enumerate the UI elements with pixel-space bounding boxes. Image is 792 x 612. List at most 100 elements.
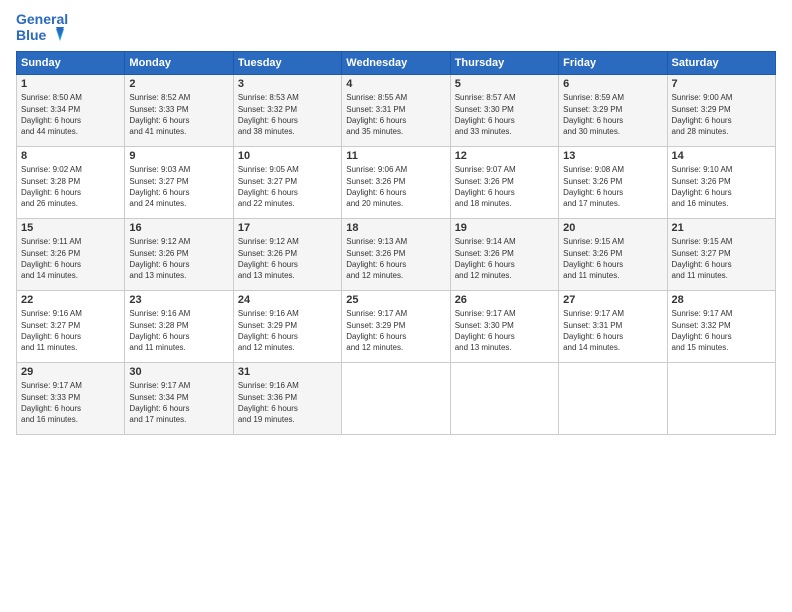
col-header-tuesday: Tuesday xyxy=(233,52,341,75)
week-row-5: 29 Sunrise: 9:17 AMSunset: 3:33 PMDayligh… xyxy=(17,363,776,435)
day-cell: 23 Sunrise: 9:16 AMSunset: 3:28 PMDayligh… xyxy=(125,291,233,363)
week-row-1: 1 Sunrise: 8:50 AMSunset: 3:34 PMDaylight… xyxy=(17,75,776,147)
day-info: Sunrise: 8:53 AMSunset: 3:32 PMDaylight:… xyxy=(238,93,299,136)
day-info: Sunrise: 9:14 AMSunset: 3:26 PMDaylight:… xyxy=(455,237,516,280)
day-number: 20 xyxy=(563,222,662,234)
day-cell: 3Sunrise: 8:53 AMSunset: 3:32 PMDaylight… xyxy=(233,75,341,147)
day-cell: 12Sunrise: 9:07 AMSunset: 3:26 PMDayligh… xyxy=(450,147,558,219)
week-row-2: 8 Sunrise: 9:02 AMSunset: 3:28 PMDaylight… xyxy=(17,147,776,219)
logo-blue: Blue xyxy=(16,27,68,43)
day-number: 2 xyxy=(129,78,228,90)
day-info: Sunrise: 9:17 AMSunset: 3:30 PMDaylight:… xyxy=(455,309,516,352)
day-cell: 13 Sunrise: 9:08 AMSunset: 3:26 PMDayligh… xyxy=(559,147,667,219)
day-cell: 2 Sunrise: 8:52 AMSunset: 3:33 PMDaylight… xyxy=(125,75,233,147)
day-info: Sunrise: 9:02 AMSunset: 3:28 PMDaylight:… xyxy=(21,165,82,208)
day-info: Sunrise: 9:16 AMSunset: 3:36 PMDaylight:… xyxy=(238,381,299,424)
day-number: 29 xyxy=(21,366,120,378)
day-cell: 27 Sunrise: 9:17 AMSunset: 3:31 PMDayligh… xyxy=(559,291,667,363)
day-cell: 11 Sunrise: 9:06 AMSunset: 3:26 PMDayligh… xyxy=(342,147,450,219)
day-info: Sunrise: 9:16 AMSunset: 3:27 PMDaylight:… xyxy=(21,309,82,352)
day-info: Sunrise: 9:03 AMSunset: 3:27 PMDaylight:… xyxy=(129,165,190,208)
logo-text-block: General Blue xyxy=(16,12,68,43)
day-number: 6 xyxy=(563,78,662,90)
day-cell: 25 Sunrise: 9:17 AMSunset: 3:29 PMDayligh… xyxy=(342,291,450,363)
day-cell: 14Sunrise: 9:10 AMSunset: 3:26 PMDayligh… xyxy=(667,147,775,219)
day-info: Sunrise: 8:55 AMSunset: 3:31 PMDaylight:… xyxy=(346,93,407,136)
day-number: 18 xyxy=(346,222,445,234)
logo-general: General xyxy=(16,12,68,27)
day-cell: 28 Sunrise: 9:17 AMSunset: 3:32 PMDayligh… xyxy=(667,291,775,363)
header-row: SundayMondayTuesdayWednesdayThursdayFrid… xyxy=(17,52,776,75)
day-info: Sunrise: 9:16 AMSunset: 3:28 PMDaylight:… xyxy=(129,309,190,352)
day-number: 4 xyxy=(346,78,445,90)
day-cell: 10Sunrise: 9:05 AMSunset: 3:27 PMDayligh… xyxy=(233,147,341,219)
header: General Blue xyxy=(16,12,776,43)
day-info: Sunrise: 9:16 AMSunset: 3:29 PMDaylight:… xyxy=(238,309,299,352)
day-info: Sunrise: 9:06 AMSunset: 3:26 PMDaylight:… xyxy=(346,165,407,208)
day-info: Sunrise: 8:50 AMSunset: 3:34 PMDaylight:… xyxy=(21,93,82,136)
day-number: 9 xyxy=(129,150,228,162)
col-header-monday: Monday xyxy=(125,52,233,75)
day-info: Sunrise: 8:52 AMSunset: 3:33 PMDaylight:… xyxy=(129,93,190,136)
day-number: 19 xyxy=(455,222,554,234)
day-number: 22 xyxy=(21,294,120,306)
day-number: 16 xyxy=(129,222,228,234)
page: General Blue SundayMondayTuesdayWednesda… xyxy=(0,0,792,612)
day-cell xyxy=(559,363,667,435)
day-cell: 17 Sunrise: 9:12 AMSunset: 3:26 PMDayligh… xyxy=(233,219,341,291)
day-cell: 9 Sunrise: 9:03 AMSunset: 3:27 PMDaylight… xyxy=(125,147,233,219)
day-info: Sunrise: 9:08 AMSunset: 3:26 PMDaylight:… xyxy=(563,165,624,208)
day-number: 31 xyxy=(238,366,337,378)
day-cell: 5 Sunrise: 8:57 AMSunset: 3:30 PMDaylight… xyxy=(450,75,558,147)
day-number: 30 xyxy=(129,366,228,378)
day-info: Sunrise: 9:17 AMSunset: 3:34 PMDaylight:… xyxy=(129,381,190,424)
day-cell: 6 Sunrise: 8:59 AMSunset: 3:29 PMDaylight… xyxy=(559,75,667,147)
day-info: Sunrise: 9:17 AMSunset: 3:29 PMDaylight:… xyxy=(346,309,407,352)
day-info: Sunrise: 9:17 AMSunset: 3:33 PMDaylight:… xyxy=(21,381,82,424)
day-number: 8 xyxy=(21,150,120,162)
day-cell: 20Sunrise: 9:15 AMSunset: 3:26 PMDayligh… xyxy=(559,219,667,291)
day-info: Sunrise: 9:11 AMSunset: 3:26 PMDaylight:… xyxy=(21,237,81,280)
day-cell: 30 Sunrise: 9:17 AMSunset: 3:34 PMDayligh… xyxy=(125,363,233,435)
day-number: 12 xyxy=(455,150,554,162)
day-number: 27 xyxy=(563,294,662,306)
day-info: Sunrise: 9:15 AMSunset: 3:27 PMDaylight:… xyxy=(672,237,733,280)
week-row-4: 22 Sunrise: 9:16 AMSunset: 3:27 PMDayligh… xyxy=(17,291,776,363)
day-info: Sunrise: 8:59 AMSunset: 3:29 PMDaylight:… xyxy=(563,93,624,136)
day-cell: 18 Sunrise: 9:13 AMSunset: 3:26 PMDayligh… xyxy=(342,219,450,291)
day-cell xyxy=(342,363,450,435)
day-number: 10 xyxy=(238,150,337,162)
col-header-saturday: Saturday xyxy=(667,52,775,75)
day-info: Sunrise: 9:12 AMSunset: 3:26 PMDaylight:… xyxy=(238,237,299,280)
week-row-3: 15 Sunrise: 9:11 AMSunset: 3:26 PMDayligh… xyxy=(17,219,776,291)
day-cell: 15 Sunrise: 9:11 AMSunset: 3:26 PMDayligh… xyxy=(17,219,125,291)
day-info: Sunrise: 9:00 AMSunset: 3:29 PMDaylight:… xyxy=(672,93,733,136)
day-number: 23 xyxy=(129,294,228,306)
calendar-table: SundayMondayTuesdayWednesdayThursdayFrid… xyxy=(16,51,776,435)
day-cell: 22 Sunrise: 9:16 AMSunset: 3:27 PMDayligh… xyxy=(17,291,125,363)
day-info: Sunrise: 9:17 AMSunset: 3:32 PMDaylight:… xyxy=(672,309,733,352)
day-cell: 19 Sunrise: 9:14 AMSunset: 3:26 PMDayligh… xyxy=(450,219,558,291)
day-info: Sunrise: 9:17 AMSunset: 3:31 PMDaylight:… xyxy=(563,309,624,352)
col-header-thursday: Thursday xyxy=(450,52,558,75)
day-number: 5 xyxy=(455,78,554,90)
col-header-wednesday: Wednesday xyxy=(342,52,450,75)
day-number: 15 xyxy=(21,222,120,234)
day-number: 17 xyxy=(238,222,337,234)
day-cell xyxy=(667,363,775,435)
day-cell: 26Sunrise: 9:17 AMSunset: 3:30 PMDayligh… xyxy=(450,291,558,363)
day-cell: 24Sunrise: 9:16 AMSunset: 3:29 PMDayligh… xyxy=(233,291,341,363)
day-number: 11 xyxy=(346,150,445,162)
day-info: Sunrise: 9:13 AMSunset: 3:26 PMDaylight:… xyxy=(346,237,407,280)
day-cell: 16Sunrise: 9:12 AMSunset: 3:26 PMDayligh… xyxy=(125,219,233,291)
day-number: 25 xyxy=(346,294,445,306)
day-cell: 1 Sunrise: 8:50 AMSunset: 3:34 PMDaylight… xyxy=(17,75,125,147)
col-header-friday: Friday xyxy=(559,52,667,75)
col-header-sunday: Sunday xyxy=(17,52,125,75)
day-number: 1 xyxy=(21,78,120,90)
day-number: 28 xyxy=(672,294,771,306)
day-cell: 29 Sunrise: 9:17 AMSunset: 3:33 PMDayligh… xyxy=(17,363,125,435)
day-cell: 21Sunrise: 9:15 AMSunset: 3:27 PMDayligh… xyxy=(667,219,775,291)
day-info: Sunrise: 8:57 AMSunset: 3:30 PMDaylight:… xyxy=(455,93,516,136)
day-number: 13 xyxy=(563,150,662,162)
